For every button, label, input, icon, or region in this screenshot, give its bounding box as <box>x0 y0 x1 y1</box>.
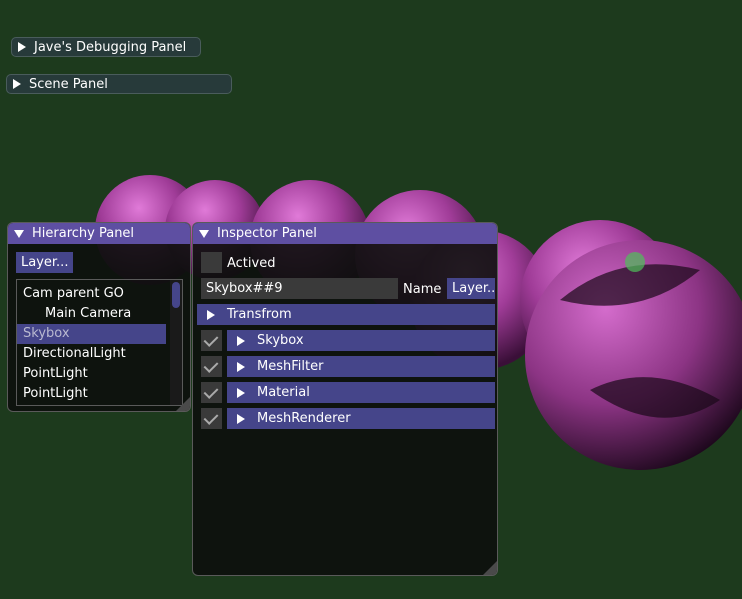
inspector-title: Inspector Panel <box>217 226 317 241</box>
collapse-arrow-icon[interactable] <box>14 229 24 238</box>
hierarchy-title: Hierarchy Panel <box>32 226 135 241</box>
actived-label: Actived <box>227 256 276 271</box>
check-icon <box>203 384 219 399</box>
component-header-skybox[interactable]: Skybox <box>227 330 495 351</box>
component-enabled-checkbox[interactable] <box>201 408 222 429</box>
hierarchy-layer-button[interactable]: Layer... <box>16 252 74 273</box>
list-scrollbar[interactable] <box>170 280 182 405</box>
component-header-meshfilter[interactable]: MeshFilter <box>227 356 495 377</box>
list-item[interactable]: PointLight <box>17 364 182 384</box>
list-item[interactable]: DirectionalLight <box>17 344 182 364</box>
expand-arrow-icon <box>237 387 245 398</box>
hierarchy-panel: Hierarchy Panel Layer... Cam parent GO M… <box>7 222 191 412</box>
component-header-meshrenderer[interactable]: MeshRenderer <box>227 408 495 429</box>
check-icon <box>203 358 219 373</box>
expand-arrow-icon <box>237 413 245 424</box>
component-label: Material <box>257 385 310 400</box>
collapse-arrow-icon[interactable] <box>199 229 209 238</box>
expand-arrow-icon <box>237 335 245 346</box>
scrollbar-thumb[interactable] <box>172 282 180 308</box>
inspector-panel: Inspector Panel Actived Skybox##9 Name L… <box>192 222 498 576</box>
list-item[interactable]: Main Camera <box>17 304 182 324</box>
hierarchy-titlebar[interactable]: Hierarchy Panel <box>8 223 190 244</box>
resize-grip[interactable] <box>483 561 497 575</box>
resize-grip[interactable] <box>176 397 190 411</box>
name-label: Name <box>403 282 442 297</box>
list-item-selected[interactable]: Skybox <box>17 324 166 344</box>
expand-arrow-icon <box>207 309 215 320</box>
expand-arrow-icon <box>18 42 26 52</box>
name-input[interactable]: Skybox##9 <box>201 278 398 299</box>
expand-arrow-icon <box>13 79 21 89</box>
list-item[interactable]: Cam parent GO <box>17 284 182 304</box>
transform-header-label: Transfrom <box>227 307 292 322</box>
check-icon <box>203 410 219 425</box>
component-label: Skybox <box>257 333 304 348</box>
component-header-material[interactable]: Material <box>227 382 495 403</box>
actived-checkbox[interactable] <box>201 252 222 273</box>
inspector-layer-button[interactable]: Layer... <box>447 278 495 299</box>
scene-panel-header[interactable]: Scene Panel <box>6 74 232 94</box>
debug-panel-title: Jave's Debugging Panel <box>34 39 187 55</box>
component-enabled-checkbox[interactable] <box>201 382 222 403</box>
component-enabled-checkbox[interactable] <box>201 356 222 377</box>
hierarchy-list: Cam parent GO Main Camera Skybox Directi… <box>16 279 183 406</box>
list-item[interactable]: PointLight <box>17 384 182 404</box>
debug-panel-header[interactable]: Jave's Debugging Panel <box>11 37 201 57</box>
component-label: MeshRenderer <box>257 411 351 426</box>
inspector-titlebar[interactable]: Inspector Panel <box>193 223 497 244</box>
component-label: MeshFilter <box>257 359 324 374</box>
check-icon <box>203 332 219 347</box>
transform-header[interactable]: Transfrom <box>197 304 495 325</box>
component-enabled-checkbox[interactable] <box>201 330 222 351</box>
expand-arrow-icon <box>237 361 245 372</box>
scene-panel-title: Scene Panel <box>29 76 108 92</box>
